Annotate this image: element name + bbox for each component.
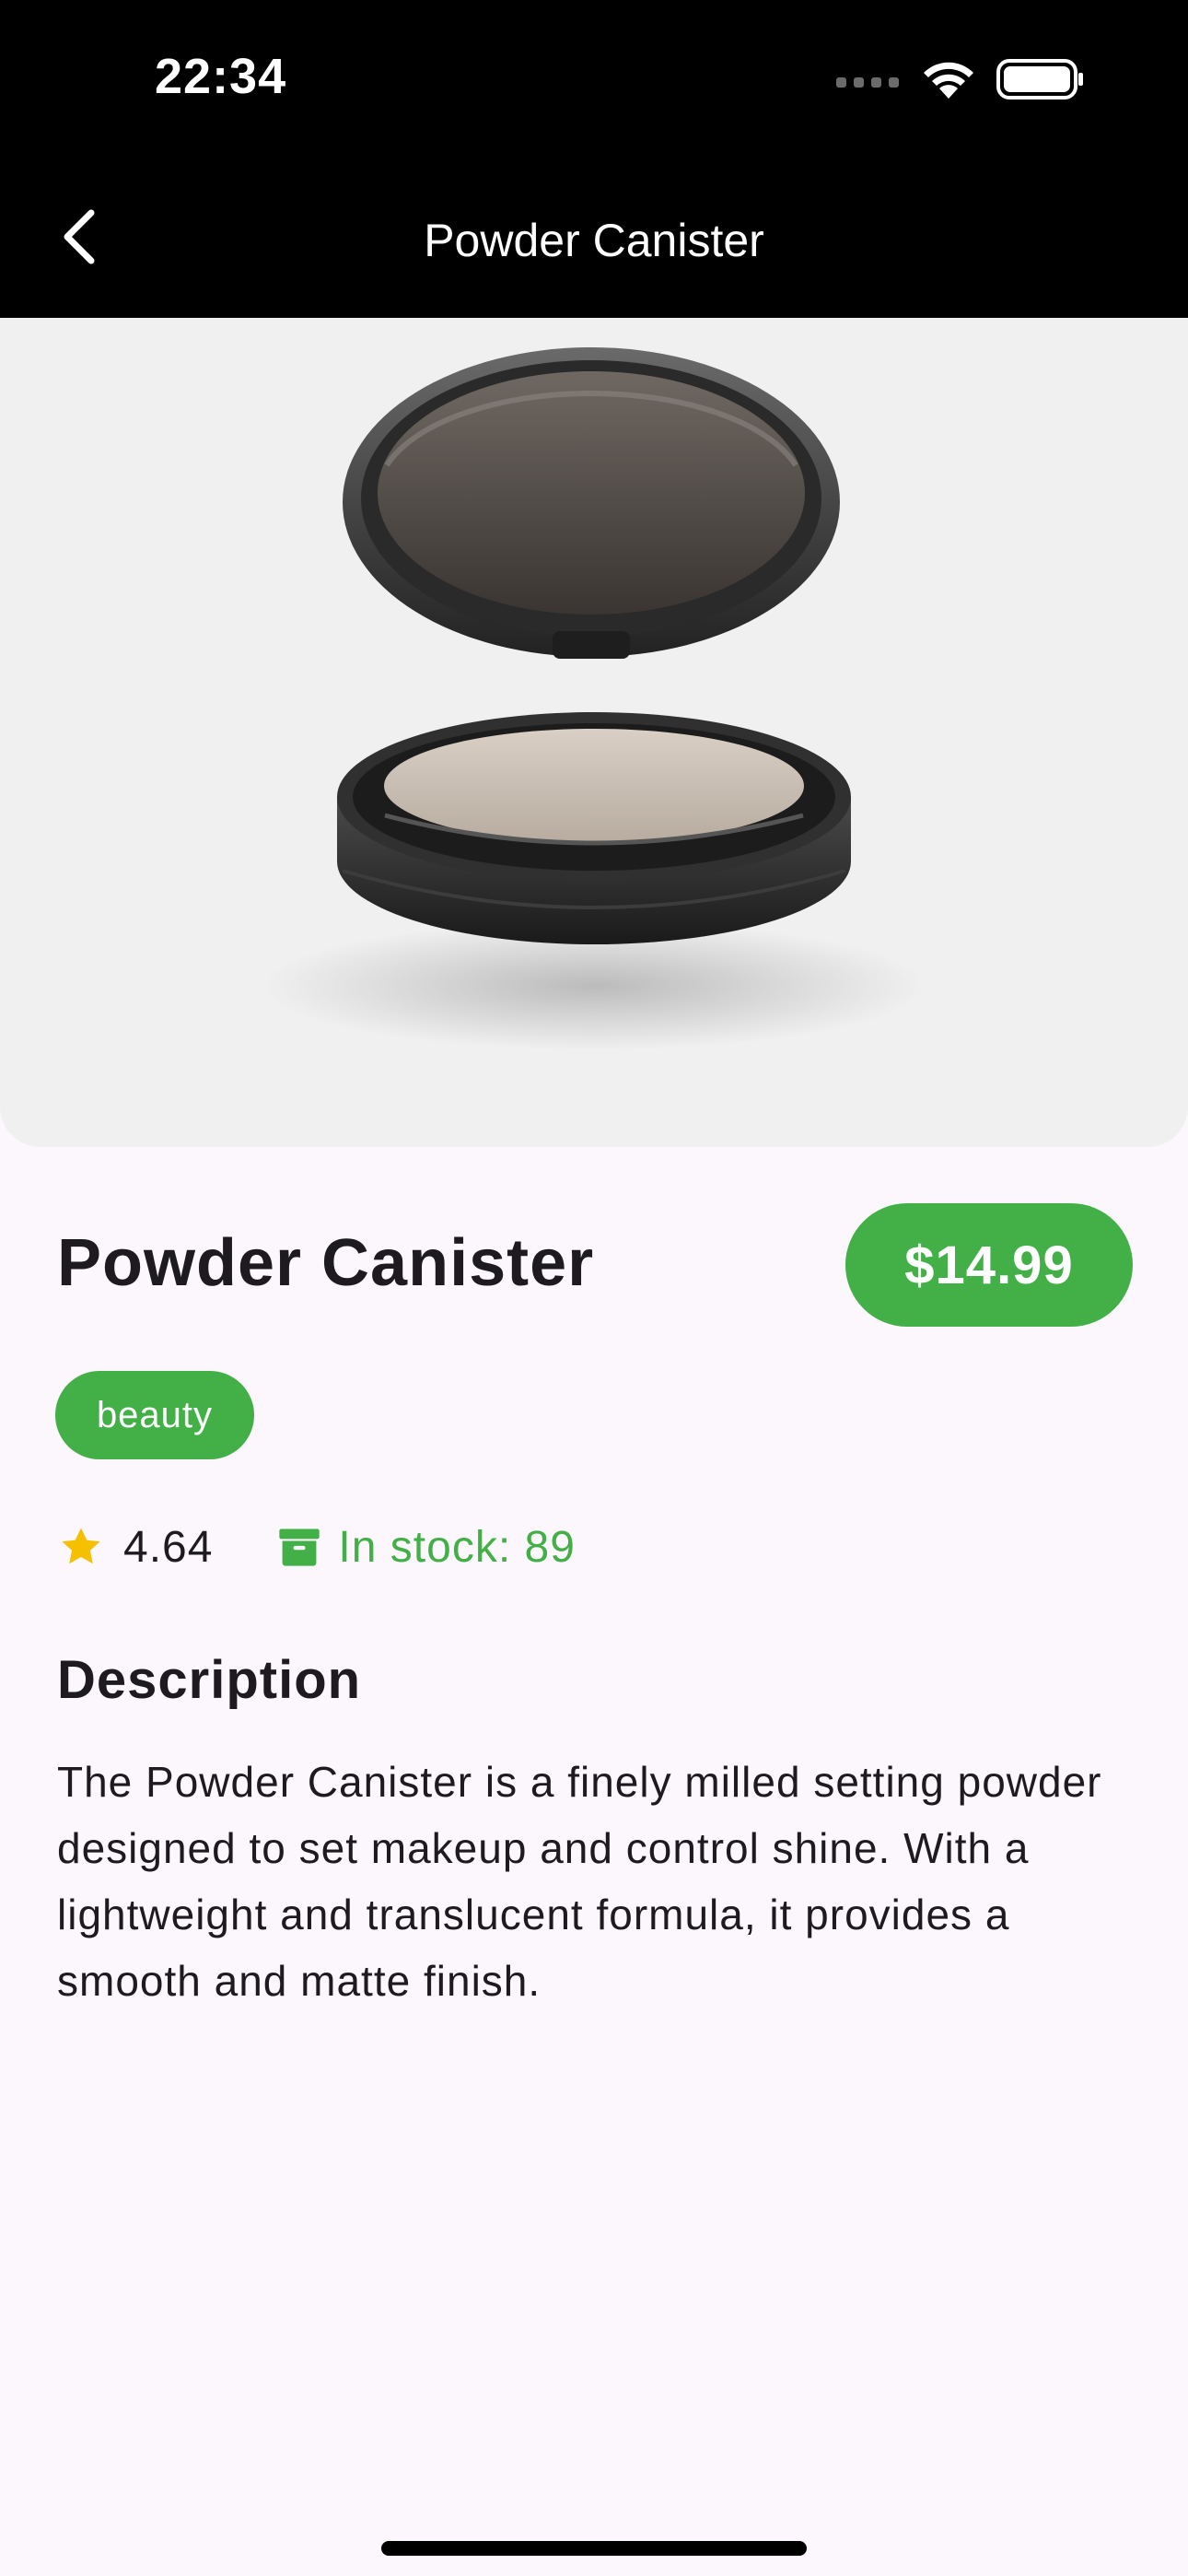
wifi-icon (924, 62, 973, 99)
status-bar: 22:34 (0, 0, 1188, 157)
rating-value: 4.64 (123, 1522, 214, 1572)
description-heading: Description (57, 1650, 362, 1710)
description-body: The Powder Canister is a finely milled s… (57, 1758, 1102, 2005)
status-icons (836, 52, 1085, 107)
cellular-signal-icon (836, 77, 899, 88)
price-badge: $14.99 (845, 1203, 1133, 1327)
compact-powder-illustration (262, 347, 926, 1050)
stock-indicator: In stock: 89 (275, 1522, 575, 1573)
app-bar-title: Powder Canister (424, 215, 764, 266)
stock-label: In stock: 89 (338, 1522, 576, 1572)
product-image (0, 318, 1188, 1147)
battery-icon (996, 59, 1083, 100)
product-title: Powder Canister (57, 1226, 595, 1300)
star-icon (62, 1528, 100, 1564)
app-bar: Powder Canister (0, 157, 1188, 318)
product-meta-row: 4.64 In stock: 89 (57, 1515, 576, 1579)
inventory-box-icon (279, 1528, 320, 1566)
product-detail-screen: 22:34 Powder Canister Powder Canister $1… (0, 0, 1188, 2576)
status-time: 22:34 (155, 49, 287, 104)
home-indicator[interactable] (381, 2541, 807, 2556)
category-chip[interactable]: beauty (55, 1371, 254, 1459)
